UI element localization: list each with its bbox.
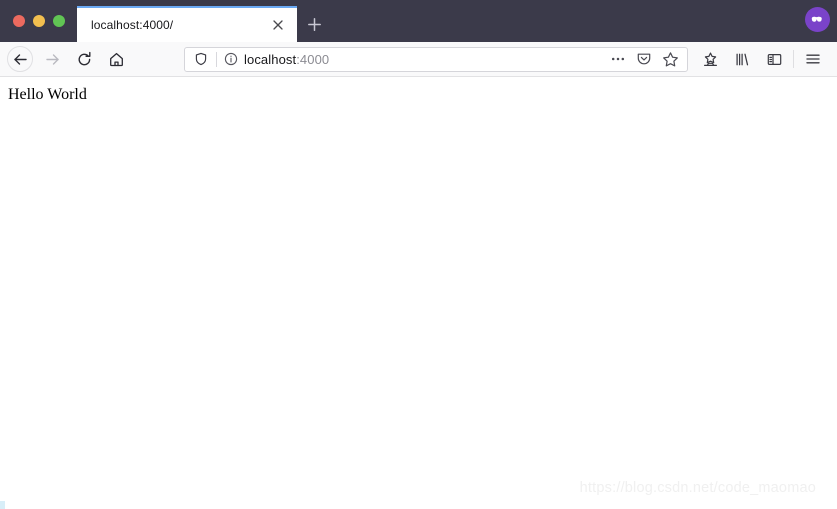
url-separator	[216, 51, 217, 67]
page-actions-ellipsis-icon[interactable]	[605, 48, 631, 71]
new-tab-button[interactable]	[297, 6, 331, 42]
title-bar: localhost:4000/	[0, 0, 837, 42]
home-button[interactable]	[100, 44, 132, 74]
toolbar-right-buttons	[694, 44, 829, 74]
url-port: :4000	[296, 51, 330, 67]
forward-button[interactable]	[36, 44, 68, 74]
back-button[interactable]	[4, 44, 36, 74]
pocket-icon[interactable]	[631, 48, 657, 71]
home-icon	[108, 51, 125, 68]
url-host: localhost	[244, 51, 297, 67]
url-text[interactable]: localhost:4000	[244, 52, 605, 67]
arrow-left-icon	[12, 51, 29, 68]
sidebar-icon[interactable]	[758, 44, 790, 74]
plus-icon	[307, 17, 322, 32]
tab-strip: localhost:4000/	[77, 0, 837, 42]
page-heading: Hello World	[8, 86, 87, 103]
toolbar-divider	[793, 50, 794, 68]
library-icon[interactable]	[726, 44, 758, 74]
bookmark-star-icon[interactable]	[657, 48, 683, 71]
url-bar-actions	[605, 48, 683, 71]
browser-window: localhost:4000/ localhost:4000 Hello Wor…	[0, 0, 837, 509]
page-content: Hello World https://blog.csdn.net/code_m…	[0, 77, 837, 509]
hamburger-menu-icon[interactable]	[797, 44, 829, 74]
close-icon[interactable]	[269, 16, 287, 34]
save-to-pocket-icon[interactable]	[694, 44, 726, 74]
minimize-window-button[interactable]	[33, 15, 45, 27]
watermark: https://blog.csdn.net/code_maomao	[579, 480, 816, 496]
account-avatar[interactable]	[805, 7, 830, 32]
shield-icon[interactable]	[191, 49, 211, 69]
mask-icon	[810, 12, 825, 27]
url-bar[interactable]: localhost:4000	[184, 46, 688, 72]
tab-title: localhost:4000/	[91, 18, 174, 32]
corner-artifact	[0, 501, 5, 509]
tab-localhost[interactable]: localhost:4000/	[77, 6, 297, 42]
reload-button[interactable]	[68, 44, 100, 74]
navigation-toolbar: localhost:4000	[0, 42, 837, 77]
arrow-right-icon	[44, 51, 61, 68]
close-window-button[interactable]	[13, 15, 25, 27]
reload-icon	[76, 51, 93, 68]
info-circle-icon[interactable]	[222, 50, 240, 68]
window-controls	[0, 0, 77, 42]
maximize-window-button[interactable]	[53, 15, 65, 27]
